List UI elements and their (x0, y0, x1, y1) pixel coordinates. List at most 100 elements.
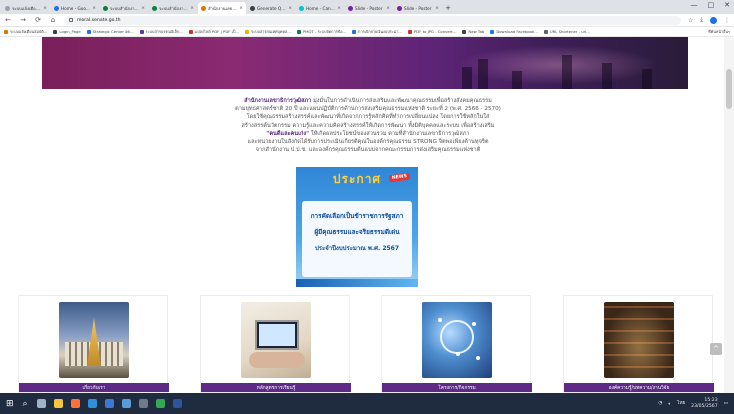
search-icon[interactable]: ⌕ (23, 399, 28, 409)
library-image (604, 302, 674, 378)
bookmark-item[interactable]: แปลงไฟล์ PDF | PDF เป็... (188, 29, 239, 35)
edge-icon[interactable] (87, 399, 97, 408)
clock[interactable]: 15:23 23/05/2567 (691, 398, 717, 409)
building-image (59, 302, 129, 378)
network-icon[interactable]: ◔ (658, 401, 662, 406)
mail-icon[interactable] (104, 399, 114, 408)
start-button[interactable]: ⊞ (6, 399, 14, 409)
announcement-banner[interactable]: ประกาศ NEWS การคัดเลือกเป็นข้าราชการรัฐส… (296, 167, 418, 287)
tab-title: Home - Google Drive (61, 5, 90, 11)
bookmark-label: Strategic Center อค... (92, 28, 134, 34)
browser-tab[interactable]: ระบบแจ้งเตือนสมบัติ...× (2, 2, 50, 14)
tab-close-icon[interactable]: × (141, 6, 145, 11)
scroll-to-top-button[interactable]: ^ (710, 343, 722, 355)
tab-close-icon[interactable]: × (92, 6, 96, 11)
site-info-icon[interactable] (69, 18, 73, 22)
file-explorer-icon[interactable] (53, 399, 63, 408)
forward-icon[interactable]: → (19, 16, 27, 24)
bookmark-favicon-icon (462, 29, 467, 34)
reload-icon[interactable]: ⟳ (34, 16, 42, 24)
bookmark-label: URL Shortener - url... (549, 29, 590, 34)
menu-icon[interactable]: ⋮ (724, 17, 730, 24)
tab-title: Slide - Poster (404, 5, 432, 11)
bookmark-favicon-icon (139, 29, 144, 34)
language-indicator[interactable]: ไทย (677, 400, 685, 407)
tab-close-icon[interactable]: × (386, 6, 390, 11)
browser-tab[interactable]: Home - Canva × (296, 2, 344, 14)
bookmark-item[interactable]: PMQT - ระบบจัดการข้อ... (296, 28, 347, 35)
browser-tab[interactable]: Generate QR code× (247, 2, 295, 14)
bookmarks-bar: ระบบแจ้งเตือนสมบัติ... Login_Page Strategi… (0, 27, 734, 37)
bookmark-item[interactable]: URL Shortener - url... (543, 29, 590, 34)
word-icon[interactable] (172, 399, 182, 408)
volume-icon[interactable]: 🔈︎ (668, 401, 671, 407)
browser-tab[interactable]: Home - Google Drive× (51, 2, 99, 14)
browser-tab[interactable]: ระบบสำนักงานอิเล็กฯ...× (100, 2, 148, 14)
bookmark-item[interactable]: Strategic Center อค... (86, 28, 134, 35)
tab-favicon-icon (299, 5, 304, 11)
system-tray: ◔ 🔈︎ ไทย 15:23 23/05/2567 ▭ (658, 398, 728, 409)
bookmark-favicon-icon (4, 29, 8, 34)
announcement-line-2: ผู้มีคุณธรรมและจริยธรรมดีเด่น (314, 228, 400, 236)
bookmark-item[interactable]: ระบบแจ้งเตือนสมบัติ... (4, 29, 47, 35)
new-tab-button[interactable]: + (443, 2, 453, 14)
card-projects[interactable]: โครงการ/กิจกรรม (381, 295, 532, 393)
download-icon[interactable]: ⤓ (700, 16, 703, 24)
tab-close-icon[interactable]: × (435, 6, 439, 11)
minimize-button[interactable]: — (691, 1, 698, 9)
home-icon[interactable]: ⌂ (49, 16, 57, 24)
tab-title: ระบบสำนักงานอิเล็กฯ... (159, 5, 188, 11)
chrome-icon[interactable] (155, 399, 165, 408)
bookmark-item[interactable]: ระบบสารสนเทศบุคคล... (244, 28, 291, 35)
bookmark-item[interactable]: ระบบสารบรรณอิเล็ก... (139, 28, 183, 35)
browser-tab[interactable]: Slide - Poster × (345, 2, 393, 14)
tab-favicon-icon (5, 5, 10, 11)
tab-close-icon[interactable]: × (337, 6, 341, 11)
camera-icon[interactable] (138, 399, 148, 408)
bookmark-item[interactable]: PDF to JPG - Convert... (407, 29, 456, 34)
card-label: องค์ความรู้/บทความ/งานวิจัย (564, 383, 714, 392)
tab-close-icon[interactable]: × (190, 6, 194, 11)
announcement-line-1: การคัดเลือกเป็นข้าราชการรัฐสภา (310, 212, 404, 220)
laptop-image (241, 302, 311, 378)
card-label: หลักสูตรการเรียนรู้ (201, 383, 351, 392)
tab-favicon-icon (348, 5, 353, 11)
browser-tab[interactable]: ระบบสำนักงานอิเล็กฯ...× (149, 2, 197, 14)
card-knowledge[interactable]: องค์ความรู้/บทความ/งานวิจัย (563, 295, 714, 393)
card-courses[interactable]: หลักสูตรการเรียนรู้ (200, 295, 351, 393)
back-icon[interactable]: ← (4, 16, 12, 24)
bookmark-item[interactable]: Download Facebook... (490, 29, 538, 34)
bookmark-item[interactable]: การเบิกจ่ายเงินงบประมา... (352, 29, 402, 35)
bookmark-item[interactable]: Login_Page (53, 29, 81, 34)
bookmark-label: ระบบสารสนเทศบุคคล... (250, 28, 291, 34)
other-bookmarks[interactable]: ที่คั่นหน้าอื่นๆ (708, 29, 730, 35)
card-about[interactable]: เกี่ยวกับเรา (18, 295, 169, 393)
notification-icon[interactable]: ▭ (724, 401, 728, 406)
bookmark-label: PMQT - ระบบจัดการข้อ... (302, 28, 347, 34)
tab-title: Generate QR code (257, 5, 286, 11)
bookmark-star-icon[interactable]: ☆ (688, 17, 693, 24)
task-view-icon[interactable] (36, 399, 46, 408)
close-window-button[interactable]: ✕ (724, 1, 730, 9)
tab-favicon-icon (152, 5, 157, 11)
bookmark-label: Login_Page (59, 29, 81, 34)
bookmark-favicon-icon (244, 29, 249, 34)
url-field[interactable]: moral.senate.go.th (64, 15, 681, 25)
page-scrollbar[interactable] (724, 37, 734, 393)
tab-close-icon[interactable]: × (239, 6, 243, 11)
bookmark-label: ระบบสารบรรณอิเล็ก... (145, 28, 183, 34)
card-label: เกี่ยวกับเรา (19, 383, 169, 392)
tab-close-icon[interactable]: × (288, 6, 292, 11)
firefox-icon[interactable] (70, 399, 80, 408)
bookmark-label: New Tab (468, 29, 485, 34)
tab-title: Home - Canva (306, 5, 336, 11)
tab-close-icon[interactable]: × (43, 6, 47, 11)
maximize-button[interactable]: □ (708, 1, 715, 9)
bookmark-item[interactable]: New Tab (462, 29, 484, 34)
profile-avatar[interactable] (710, 16, 717, 24)
intro-org-name: สำนักงานเลขาธิการวุฒิสภา (244, 98, 312, 104)
store-icon[interactable] (121, 399, 131, 408)
tab-strip: ระบบแจ้งเตือนสมบัติ...×Home - Google Dri… (0, 0, 734, 14)
browser-tab[interactable]: Slide - Poster × (394, 2, 442, 14)
browser-tab[interactable]: สำนักงานเลขาธิการวุฒิ...× (198, 2, 246, 14)
